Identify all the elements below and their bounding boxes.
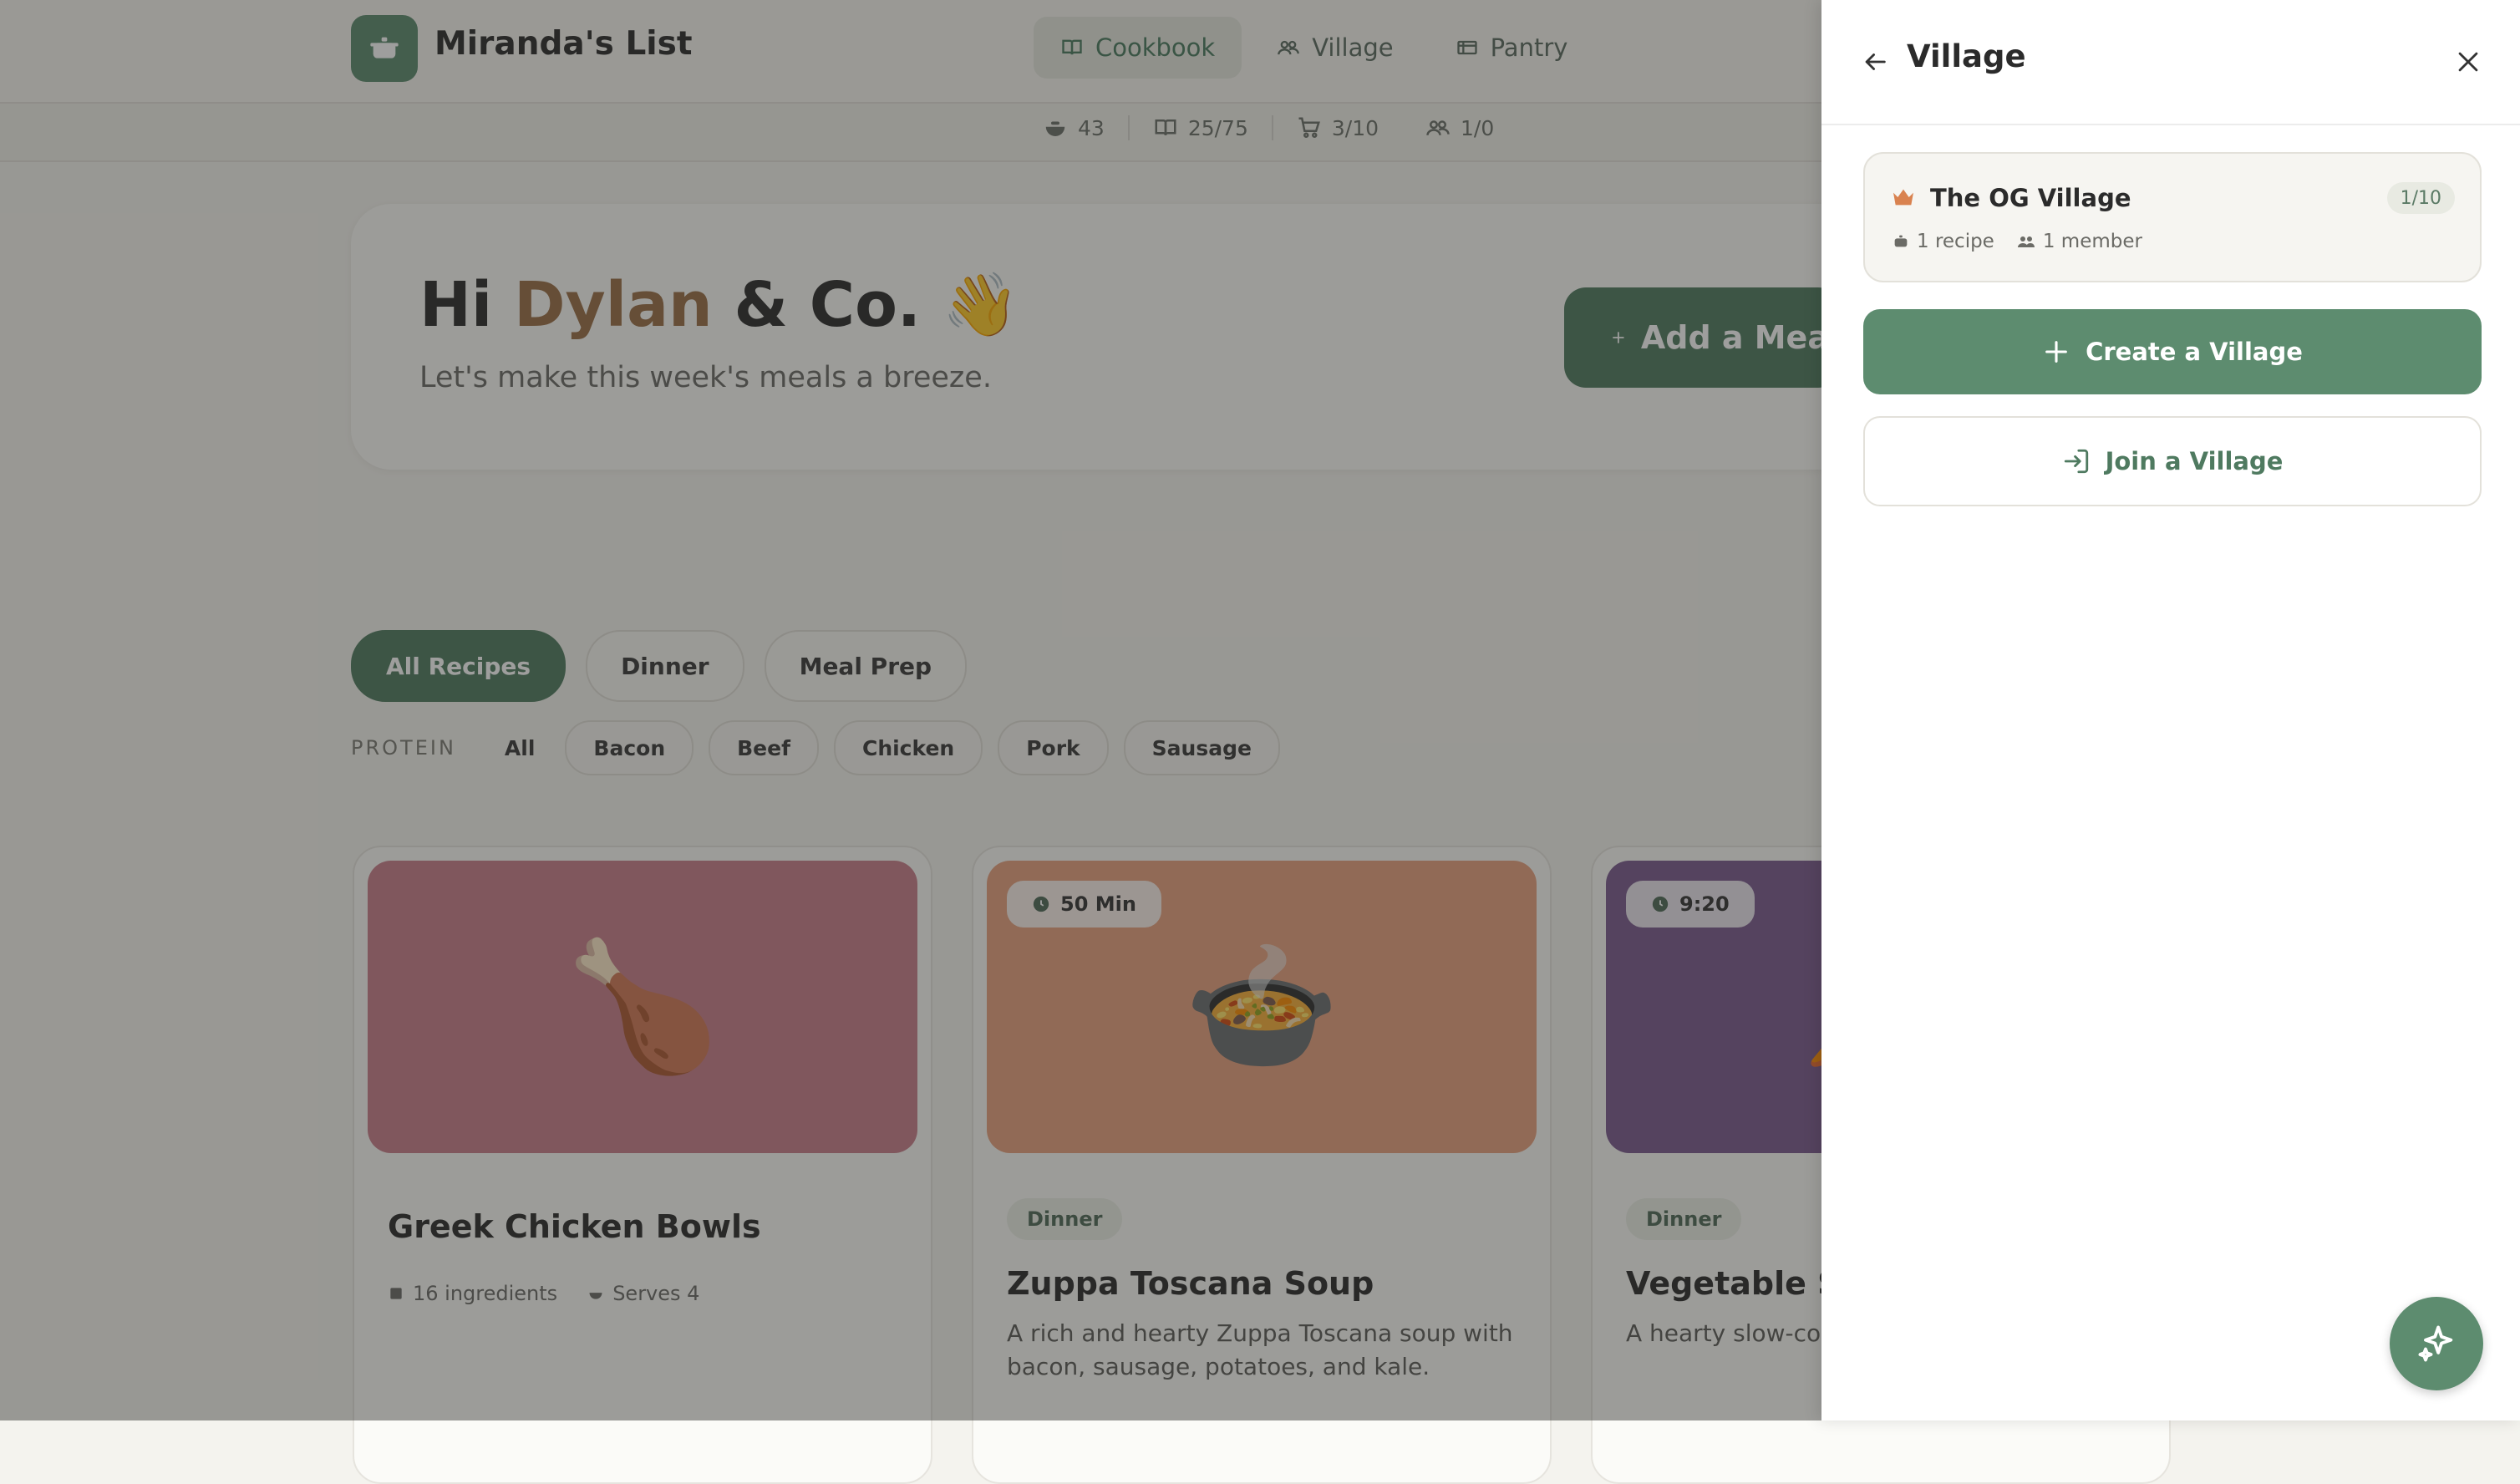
village-meta: 1 recipe 1 member [1892,231,2142,252]
village-count-badge: 1/10 [2386,182,2455,214]
village-recipes-text: 1 recipe [1917,231,1994,252]
ai-assistant-button[interactable] [2390,1297,2483,1390]
drawer-header: Village [1821,0,2520,125]
sparkle-icon [2418,1325,2453,1362]
village-members-text: 1 member [2042,231,2142,252]
crown-icon [1893,189,1913,206]
people-icon [2017,236,2035,247]
village-recipes: 1 recipe [1892,231,1994,252]
village-drawer: Village The OG Village 1/10 1 recipe 1 m… [1821,0,2520,1420]
modal-overlay[interactable] [0,0,1821,1420]
village-name: The OG Village [1930,184,2131,212]
close-button[interactable] [2445,38,2492,85]
create-village-label: Create a Village [2086,338,2303,366]
close-icon [2458,52,2478,72]
arrow-left-icon [1865,53,1886,70]
create-village-button[interactable]: Create a Village [1863,309,2482,394]
village-members: 1 member [2016,231,2142,252]
village-card[interactable]: The OG Village 1/10 1 recipe 1 member [1863,152,2482,282]
back-button[interactable] [1852,38,1898,85]
pot-icon [1894,235,1908,247]
plus-icon [2045,341,2067,363]
drawer-title: Village [1907,38,2026,74]
join-village-label: Join a Village [2105,447,2284,475]
login-icon [2064,449,2088,474]
join-village-button[interactable]: Join a Village [1863,416,2482,506]
